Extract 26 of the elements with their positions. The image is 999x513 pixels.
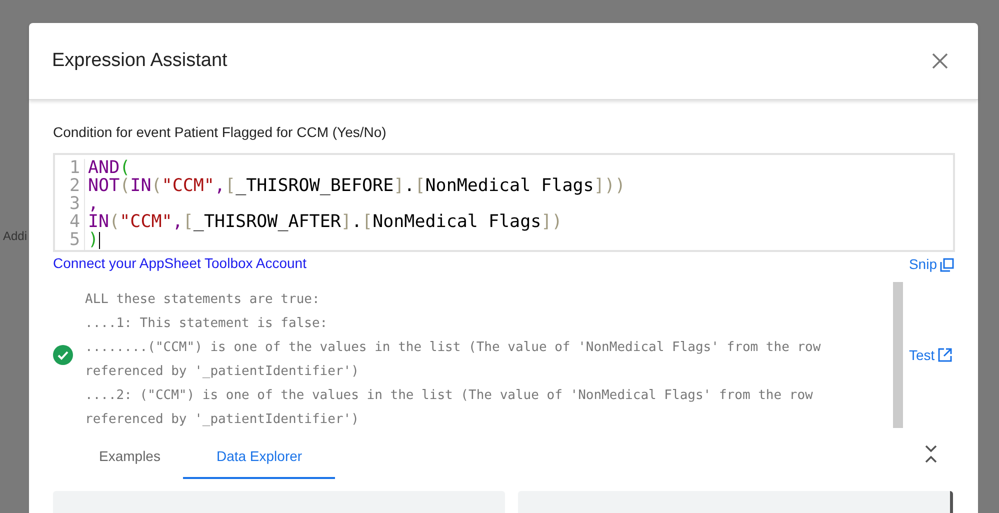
code-editor[interactable]: 1 2 3 4 5 AND( NOT(IN("CCM",[_THISROW_BEFORE].[NonMedical Flags])) , IN("CCM",[_THISROW_AFTER].[NonMedical Flags]) )	[53, 153, 955, 252]
line-number: 3	[68, 195, 80, 213]
code-line: IN("CCM",[_THISROW_AFTER].[NonMedical Flags])	[88, 213, 564, 231]
result-text: ALL these statements are true: ....1: This statement is false: ........("CCM") is one of the values in the list (The value of 'NonMedical Flags' from the row referenced by '_patientIdentifier') ....2: ("CCM") is one of the values in the list (The value of 'NonMedical Flags' from the row referenced by '_patientIdentifier')	[85, 291, 822, 428]
line-number: 1	[68, 159, 80, 177]
tab[interactable]: Data Explorer	[183, 435, 336, 479]
code-line: NOT(IN("CCM",[_THISROW_BEFORE].[NonMedical Flags]))	[88, 177, 626, 195]
line-number: 4	[68, 213, 80, 231]
test-link[interactable]: Test	[909, 344, 952, 366]
external-link-icon	[938, 348, 952, 362]
line-number: 5	[68, 231, 80, 249]
close-icon	[932, 53, 948, 69]
condition-label: Condition for event Patient Flagged for CCM (Yes/No)	[53, 123, 388, 142]
dialog-title: Expression Assistant	[52, 48, 228, 73]
line-number: 2	[68, 177, 80, 195]
connect-link[interactable]: Connect your AppSheet Toolbox Account	[53, 252, 306, 274]
copy-icon	[940, 258, 954, 272]
code-line: )	[88, 231, 101, 249]
close-button[interactable]	[930, 51, 950, 71]
text-cursor	[98, 232, 100, 248]
tab[interactable]: Examples	[76, 435, 184, 479]
snip-link[interactable]: Snip	[908, 252, 954, 275]
code-line: AND(	[88, 159, 132, 177]
background-text: Addi	[3, 228, 28, 245]
collapse-icon	[925, 445, 937, 463]
code-line: ,	[88, 195, 100, 213]
